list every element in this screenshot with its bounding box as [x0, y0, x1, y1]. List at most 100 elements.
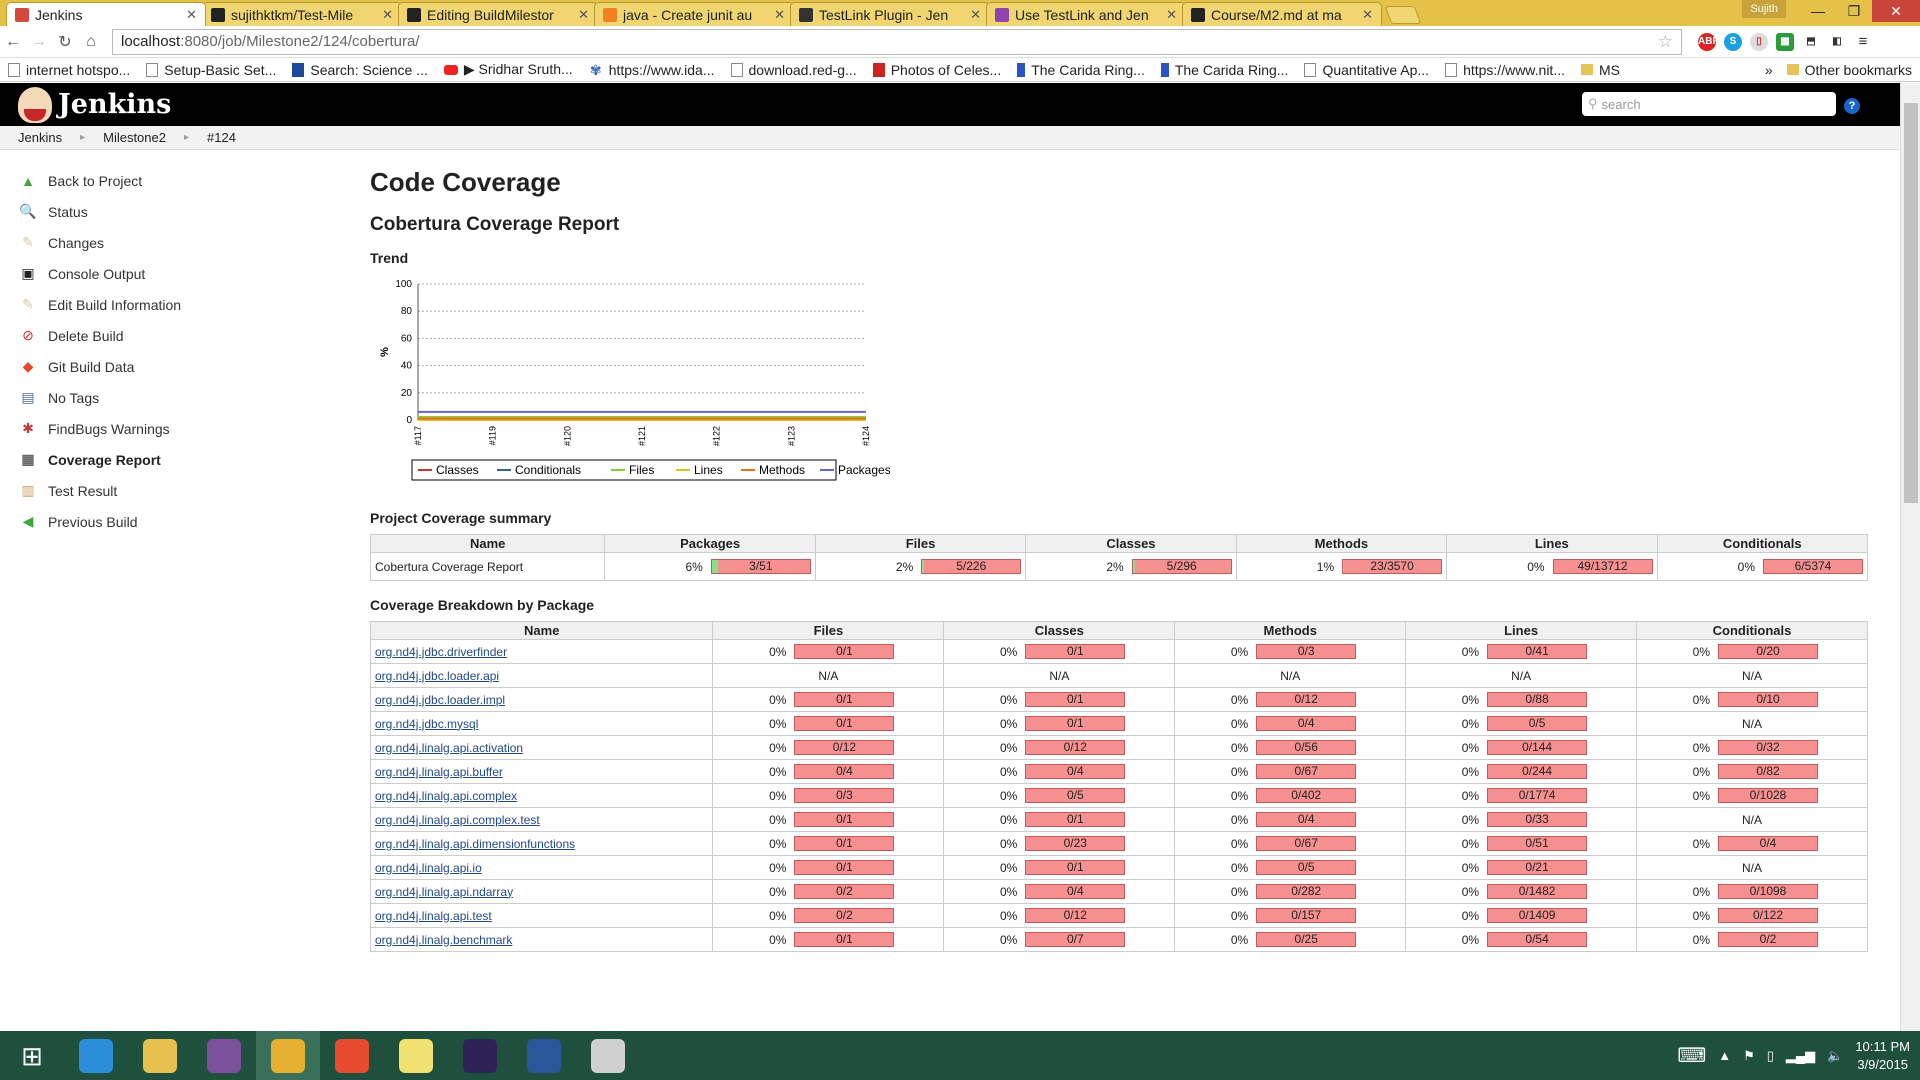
git-icon[interactable] [320, 1031, 384, 1080]
new-tab-button[interactable] [1384, 6, 1422, 24]
package-link[interactable]: org.nd4j.jdbc.mysql [375, 717, 478, 731]
maximize-button[interactable]: ❐ [1836, 0, 1872, 22]
minimize-button[interactable]: — [1800, 0, 1836, 22]
browser-tab[interactable]: sujithktkm/Test-Mile ✕ [202, 2, 402, 26]
sidebar-item[interactable]: ✎ Edit Build Information [18, 289, 318, 320]
bookmark-item[interactable]: ✾ https://www.ida... [588, 61, 715, 78]
address-bar[interactable]: localhost:8080/job/Milestone2/124/cobert… [112, 28, 1682, 55]
package-link[interactable]: org.nd4j.linalg.api.activation [375, 741, 523, 755]
jenkins-logo[interactable]: Jenkins [18, 86, 171, 123]
breadcrumb-job[interactable]: Milestone2 [103, 130, 166, 145]
tab-close-icon[interactable]: ✕ [774, 7, 785, 23]
package-link[interactable]: org.nd4j.linalg.api.complex.test [375, 813, 540, 827]
extension-puzzle-icon[interactable]: ⬒ [1802, 32, 1820, 51]
package-link[interactable]: org.nd4j.linalg.benchmark [375, 933, 512, 947]
file-explorer-icon[interactable] [128, 1031, 192, 1080]
bookmark-item[interactable]: download.red-g... [730, 61, 857, 78]
windows-start-icon[interactable]: ⊞ [0, 1031, 64, 1080]
help-icon[interactable]: ? [1844, 98, 1860, 114]
bookmark-item[interactable]: Setup-Basic Set... [146, 61, 276, 78]
search-input[interactable]: ⚲ search [1582, 92, 1836, 116]
paint-icon[interactable] [576, 1031, 640, 1080]
sidebar-item[interactable]: ▥ Test Result [18, 475, 318, 506]
sidebar-item[interactable]: ✱ FindBugs Warnings [18, 413, 318, 444]
scrollbar-thumb[interactable] [1904, 103, 1918, 503]
close-window-button[interactable]: ✕ [1872, 0, 1920, 22]
browser-tab[interactable]: Editing BuildMilestor ✕ [398, 2, 598, 26]
clock[interactable]: 10:11 PM 3/9/2015 [1855, 1038, 1910, 1074]
package-link[interactable]: org.nd4j.linalg.api.test [375, 909, 492, 923]
coverage-cell: 0% 0/3 [712, 783, 945, 808]
bookmark-item[interactable]: Quantitative Ap... [1304, 61, 1429, 78]
viber-icon[interactable] [192, 1031, 256, 1080]
tray-expand-icon[interactable]: ▲ [1718, 1048, 1731, 1063]
sidebar-item[interactable]: ⊘ Delete Build [18, 320, 318, 351]
bookmark-item[interactable]: MS [1581, 61, 1620, 78]
bookmark-item[interactable]: The Carida Ring... [1017, 61, 1145, 78]
sidebar-item[interactable]: ▦ Coverage Report [18, 444, 318, 475]
breadcrumb-jenkins[interactable]: Jenkins [18, 130, 62, 145]
package-name-cell: org.nd4j.jdbc.driverfinder [369, 639, 714, 664]
extension-icon[interactable]: ▯ [1750, 32, 1768, 51]
bookmark-item[interactable]: https://www.nit... [1445, 61, 1565, 78]
package-link[interactable]: org.nd4j.linalg.api.dimensionfunctions [375, 837, 575, 851]
sidebar-item[interactable]: ◀ Previous Build [18, 506, 318, 537]
tab-close-icon[interactable]: ✕ [1166, 7, 1177, 23]
tab-close-icon[interactable]: ✕ [578, 7, 589, 23]
keyboard-icon[interactable]: ⌨ [1677, 1043, 1706, 1068]
flag-icon[interactable]: ⚑ [1743, 1048, 1755, 1064]
profile-badge[interactable]: Sujith [1742, 0, 1786, 18]
eclipse-icon[interactable] [448, 1031, 512, 1080]
extension-icon[interactable]: ◧ [1828, 32, 1846, 51]
bookmark-item[interactable]: Search: Science ... [292, 61, 428, 78]
forward-arrow-icon[interactable]: → [26, 33, 52, 51]
package-link[interactable]: org.nd4j.linalg.api.io [375, 861, 482, 875]
browser-tab[interactable]: java - Create junit au ✕ [594, 2, 794, 26]
volume-icon[interactable]: 🔈 [1827, 1048, 1843, 1064]
home-icon[interactable]: ⌂ [78, 33, 104, 51]
bookmark-item[interactable]: internet hotspo... [8, 61, 130, 78]
browser-tab[interactable]: Course/M2.md at ma ✕ [1182, 2, 1382, 26]
coverage-percent: 2% [895, 559, 914, 574]
package-link[interactable]: org.nd4j.linalg.api.buffer [375, 765, 503, 779]
bookmarks-overflow[interactable]: » [1765, 62, 1773, 78]
coverage-cell-content: 0% 0/7 [948, 932, 1170, 947]
sidebar-item[interactable]: ▤ No Tags [18, 382, 318, 413]
sheets-icon[interactable]: ▦ [1776, 32, 1794, 51]
reload-icon[interactable]: ↻ [52, 32, 78, 52]
tab-close-icon[interactable]: ✕ [382, 7, 393, 23]
sidebar-item[interactable]: 🔍 Status [18, 196, 318, 227]
other-bookmarks[interactable]: Other bookmarks [1805, 62, 1912, 78]
bookmark-item[interactable]: ▶ Sridhar Sruth... [443, 61, 573, 78]
sidebar-item[interactable]: ▣ Console Output [18, 258, 318, 289]
browser-tab[interactable]: TestLink Plugin - Jen ✕ [790, 2, 990, 26]
browser-tab[interactable]: Jenkins ✕ [6, 2, 206, 26]
battery-icon[interactable]: ▯ [1767, 1048, 1774, 1064]
skype-icon[interactable]: S [1724, 32, 1742, 51]
breadcrumb-build[interactable]: #124 [207, 130, 236, 145]
bookmark-star-icon[interactable]: ☆ [1658, 32, 1673, 52]
chrome-icon[interactable] [256, 1031, 320, 1080]
sidebar-item[interactable]: ◆ Git Build Data [18, 351, 318, 382]
sticky-notes-icon[interactable] [384, 1031, 448, 1080]
sidebar-item[interactable]: ▲ Back to Project [18, 165, 318, 196]
package-link[interactable]: org.nd4j.linalg.api.ndarray [375, 885, 513, 899]
bookmark-item[interactable]: The Carida Ring... [1160, 61, 1288, 78]
back-arrow-icon[interactable]: ← [0, 33, 26, 51]
package-link[interactable]: org.nd4j.jdbc.loader.api [375, 669, 499, 683]
package-link[interactable]: org.nd4j.jdbc.driverfinder [375, 645, 507, 659]
adblock-icon[interactable]: ABP [1698, 32, 1719, 51]
internet-explorer-icon[interactable] [64, 1031, 128, 1080]
word-icon[interactable] [512, 1031, 576, 1080]
tab-close-icon[interactable]: ✕ [1362, 7, 1373, 23]
network-icon[interactable]: ▂▄▆ [1786, 1048, 1815, 1064]
package-link[interactable]: org.nd4j.jdbc.loader.impl [375, 693, 505, 707]
browser-tab[interactable]: Use TestLink and Jen ✕ [986, 2, 1186, 26]
package-link[interactable]: org.nd4j.linalg.api.complex [375, 789, 517, 803]
tab-close-icon[interactable]: ✕ [970, 7, 981, 23]
sidebar-item[interactable]: ✎ Changes [18, 227, 318, 258]
bookmark-item[interactable]: Photos of Celes... [872, 61, 1001, 78]
page-scrollbar[interactable] [1900, 83, 1920, 1031]
tab-close-icon[interactable]: ✕ [186, 7, 197, 23]
menu-icon[interactable]: ≡ [1854, 32, 1872, 51]
